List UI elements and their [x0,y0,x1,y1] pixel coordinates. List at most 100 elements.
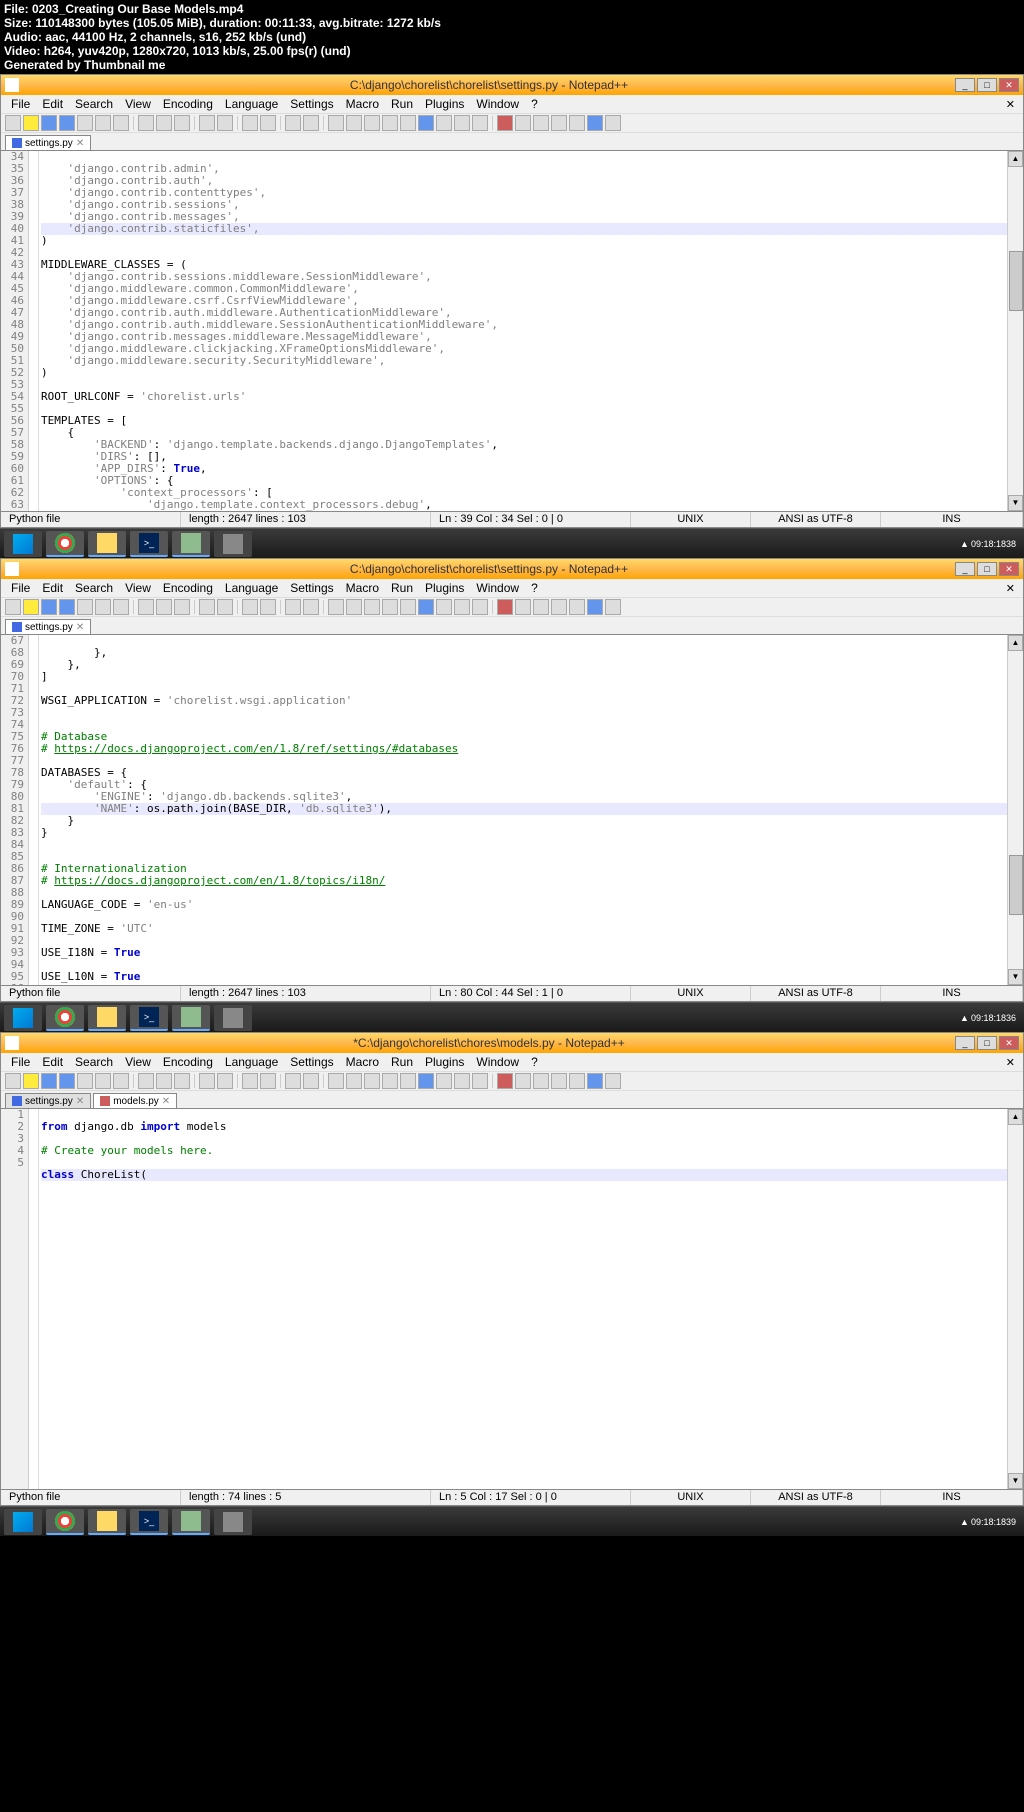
save-macro-icon[interactable] [569,115,585,131]
other-app[interactable] [214,1509,252,1535]
zoom-in-icon[interactable] [285,599,301,615]
zoom-in-icon[interactable] [285,1073,301,1089]
tab-close-icon[interactable]: ✕ [162,1096,170,1107]
plugin2-icon[interactable] [605,1073,621,1089]
file-tab-models[interactable]: models.py ✕ [93,1093,177,1108]
menu-run[interactable]: Run [385,579,419,597]
powershell-app[interactable]: >_ [130,1509,168,1535]
stop-macro-icon[interactable] [515,1073,531,1089]
cut-icon[interactable] [138,1073,154,1089]
open-file-icon[interactable] [23,1073,39,1089]
menu-view[interactable]: View [119,1053,157,1071]
chrome-app[interactable] [46,531,84,557]
menu-language[interactable]: Language [219,1053,284,1071]
show-chars-icon[interactable] [382,599,398,615]
code-text[interactable]: from django.db import models # Create yo… [39,1109,1007,1489]
doc-map-icon[interactable] [454,599,470,615]
tray-datetime[interactable]: 09:18:1838 [971,539,1020,549]
scroll-up-icon[interactable]: ▲ [1008,1109,1023,1125]
save-all-icon[interactable] [59,599,75,615]
close-all-icon[interactable] [95,115,111,131]
windows-taskbar[interactable]: >_ ▲ 09:18:1838 [0,528,1024,558]
copy-icon[interactable] [156,115,172,131]
close-x-icon[interactable]: ✕ [1006,1056,1019,1069]
sync-v-icon[interactable] [328,599,344,615]
find-icon[interactable] [242,1073,258,1089]
system-tray[interactable]: ▲ 09:18:1838 [960,539,1020,549]
menu-encoding[interactable]: Encoding [157,1053,219,1071]
tray-icon[interactable]: ▲ [960,1013,969,1023]
menu-window[interactable]: Window [470,1053,525,1071]
menu-edit[interactable]: Edit [36,579,69,597]
scroll-down-icon[interactable]: ▼ [1008,969,1023,985]
tray-icon[interactable]: ▲ [960,1517,969,1527]
scroll-up-icon[interactable]: ▲ [1008,635,1023,651]
menu-window[interactable]: Window [470,579,525,597]
find-icon[interactable] [242,599,258,615]
open-file-icon[interactable] [23,599,39,615]
close-button[interactable]: ✕ [999,562,1019,576]
minimize-button[interactable]: _ [955,78,975,92]
menu-macro[interactable]: Macro [340,1053,385,1071]
paste-icon[interactable] [174,1073,190,1089]
folder-view-icon[interactable] [436,599,452,615]
sync-h-icon[interactable] [346,1073,362,1089]
replace-icon[interactable] [260,1073,276,1089]
maximize-button[interactable]: □ [977,562,997,576]
menu-search[interactable]: Search [69,1053,119,1071]
plugin2-icon[interactable] [605,115,621,131]
menu-file[interactable]: File [5,95,36,113]
record-macro-icon[interactable] [497,115,513,131]
menu-plugins[interactable]: Plugins [419,95,470,113]
windows-taskbar[interactable]: >_ ▲ 09:18:1836 [0,1002,1024,1032]
doc-map-icon[interactable] [454,1073,470,1089]
record-macro-icon[interactable] [497,599,513,615]
stop-macro-icon[interactable] [515,115,531,131]
indent-guide-icon[interactable] [400,599,416,615]
user-lang-icon[interactable] [418,115,434,131]
menu-macro[interactable]: Macro [340,95,385,113]
explorer-app[interactable] [88,1509,126,1535]
sync-h-icon[interactable] [346,599,362,615]
menu-language[interactable]: Language [219,95,284,113]
user-lang-icon[interactable] [418,599,434,615]
menu-run[interactable]: Run [385,95,419,113]
scroll-thumb[interactable] [1009,855,1023,915]
editor-area[interactable]: 6768697071727374757677787980818283848586… [1,635,1023,985]
close-all-icon[interactable] [95,599,111,615]
scroll-thumb[interactable] [1009,251,1023,311]
notepad-app[interactable] [172,1005,210,1031]
close-x-icon[interactable]: ✕ [1006,98,1019,111]
play-macro-icon[interactable] [533,115,549,131]
save-macro-icon[interactable] [569,1073,585,1089]
user-lang-icon[interactable] [418,1073,434,1089]
copy-icon[interactable] [156,1073,172,1089]
indent-guide-icon[interactable] [400,115,416,131]
file-tab-settings[interactable]: settings.py ✕ [5,619,91,634]
play-multi-icon[interactable] [551,599,567,615]
menu-help[interactable]: ? [525,1053,544,1071]
title-bar[interactable]: C:\django\chorelist\chorelist\settings.p… [1,75,1023,95]
file-tab-settings[interactable]: settings.py ✕ [5,1093,91,1108]
chrome-app[interactable] [46,1509,84,1535]
menu-encoding[interactable]: Encoding [157,579,219,597]
redo-icon[interactable] [217,599,233,615]
new-file-icon[interactable] [5,1073,21,1089]
menu-file[interactable]: File [5,579,36,597]
menu-settings[interactable]: Settings [284,579,339,597]
powershell-app[interactable]: >_ [130,531,168,557]
close-file-icon[interactable] [77,115,93,131]
save-icon[interactable] [41,1073,57,1089]
close-button[interactable]: ✕ [999,1036,1019,1050]
replace-icon[interactable] [260,599,276,615]
zoom-out-icon[interactable] [303,115,319,131]
minimize-button[interactable]: _ [955,1036,975,1050]
menu-window[interactable]: Window [470,95,525,113]
code-text[interactable]: 'django.contrib.admin', 'django.contrib.… [39,151,1007,511]
tray-datetime[interactable]: 09:18:1839 [971,1517,1020,1527]
paste-icon[interactable] [174,115,190,131]
record-macro-icon[interactable] [497,1073,513,1089]
menu-plugins[interactable]: Plugins [419,579,470,597]
plugin-icon[interactable] [587,115,603,131]
play-macro-icon[interactable] [533,1073,549,1089]
